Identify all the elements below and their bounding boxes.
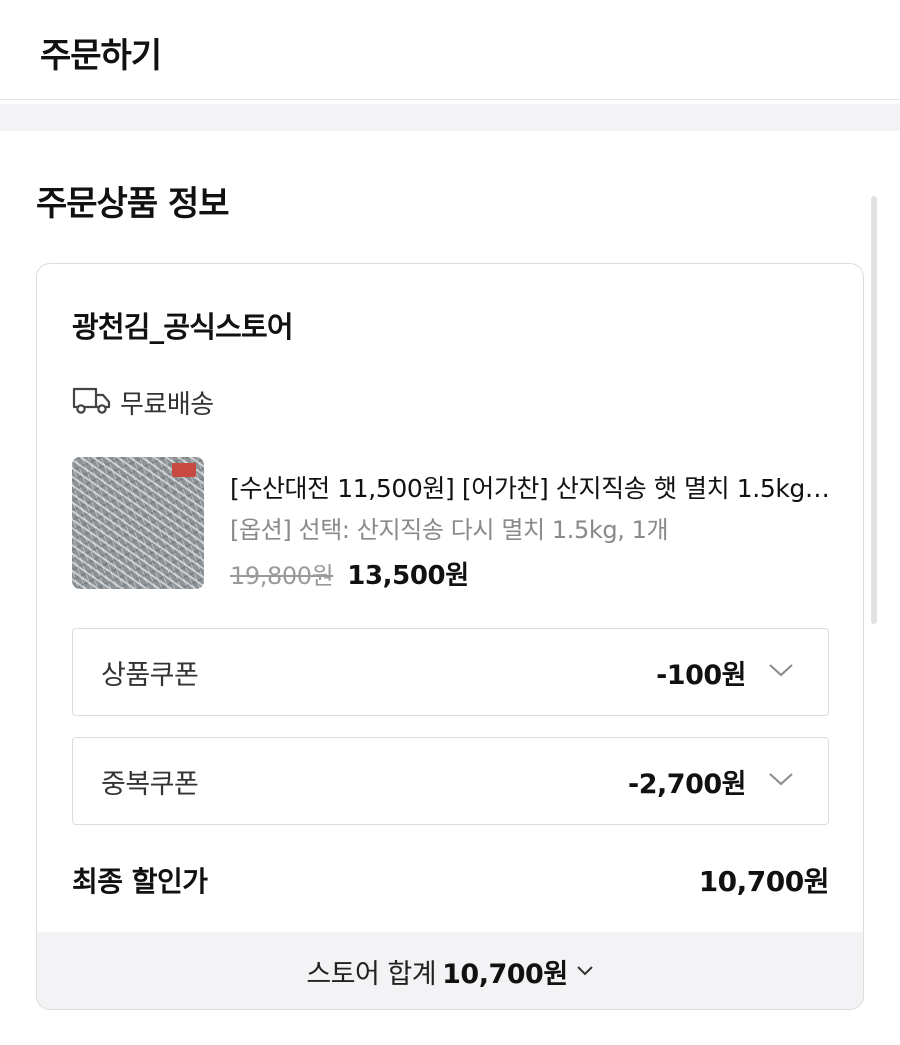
store-total-label: 스토어 합계 <box>306 959 437 990</box>
sale-price: 13,500원 <box>347 561 469 591</box>
page-header: 주문하기 <box>0 0 900 100</box>
store-total-value: 10,700원 <box>442 959 568 990</box>
product-option: [옵션] 선택: 산지직송 다시 멸치 1.5kg, 1개 <box>230 516 669 544</box>
store-order-card: 광천김_공식스토어 무료배송 [수산대전 11,500원] [어가찬] 산지직송… <box>36 263 864 1010</box>
delivery-info: 무료배송 <box>72 385 214 420</box>
original-price: 19,800원 <box>230 562 334 590</box>
product-thumbnail[interactable] <box>72 457 204 589</box>
product-coupon-select[interactable]: 상품쿠폰 -100원 <box>72 628 829 716</box>
section-divider <box>0 104 900 131</box>
delivery-label: 무료배송 <box>120 389 214 420</box>
coupon-label: 상품쿠폰 <box>101 659 199 691</box>
final-price-label: 최종 할인가 <box>72 865 208 898</box>
duplicate-coupon-select[interactable]: 중복쿠폰 -2,700원 <box>72 737 829 825</box>
section-title: 주문상품 정보 <box>36 184 230 224</box>
store-name[interactable]: 광천김_공식스토어 <box>72 304 294 346</box>
chevron-down-icon <box>768 662 794 682</box>
coupon-discount: -2,700원 <box>628 768 746 800</box>
order-page: 주문하기 주문상품 정보 광천김_공식스토어 무료배송 [수산대전 11,500… <box>0 0 900 1045</box>
product-package-label <box>172 463 196 477</box>
coupon-label: 중복쿠폰 <box>101 768 199 800</box>
page-title: 주문하기 <box>40 36 162 76</box>
store-total-toggle[interactable]: 스토어 합계 10,700원 <box>37 932 863 1009</box>
truck-icon <box>72 385 112 419</box>
chevron-down-icon <box>574 962 596 981</box>
chevron-down-icon <box>768 771 794 791</box>
final-price-value: 10,700원 <box>698 865 830 898</box>
final-price-row: 최종 할인가 10,700원 <box>72 860 830 900</box>
scrollbar[interactable] <box>871 196 877 624</box>
coupon-discount: -100원 <box>656 659 746 691</box>
price-row: 19,800원 13,500원 <box>230 555 469 592</box>
product-name[interactable]: [수산대전 11,500원] [어가찬] 산지직송 햇 멸치 1.5kg 다시 … <box>230 469 830 505</box>
